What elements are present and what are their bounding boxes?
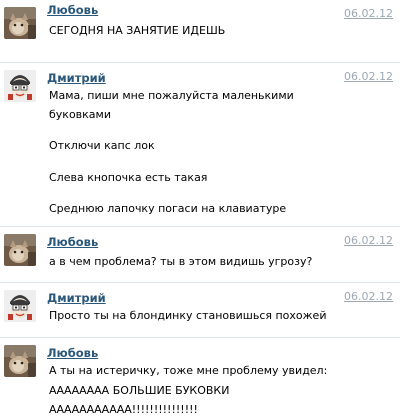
cat-photo-avatar[interactable] — [4, 345, 36, 377]
author-link[interactable]: Любовь — [47, 3, 98, 17]
message-line: СЕГОДНЯ НА ЗАНЯТИЕ ИДЕШЬ — [49, 24, 226, 37]
author-link[interactable]: Дмитрий — [47, 71, 106, 85]
message-item: Любовь 06.02.12 СЕГОДНЯ НА ЗАНЯТИЕ ИДЕШЬ — [0, 0, 400, 55]
cat-photo-avatar[interactable] — [4, 234, 36, 266]
message-line: Слева кнопочка есть такая — [49, 171, 208, 184]
message-line: АААААААА БОЛЬШИЕ БУКОВКИ — [49, 384, 230, 397]
message-line: Просто ты на блондинку становишься похож… — [49, 309, 327, 322]
message-line: а в чем проблема? ты в этом видишь угроз… — [49, 255, 313, 268]
message-line: Среднюю лапочку погаси на клавиатуре — [49, 202, 287, 215]
message-thread: Любовь 06.02.12 СЕГОДНЯ НА ЗАНЯТИЕ ИДЕШЬ… — [0, 0, 400, 418]
message-line: Мама, пиши мне пожалуйста маленькими — [49, 89, 294, 102]
message-line: Отключи капс лок — [49, 139, 155, 152]
cartoon-face-avatar[interactable] — [4, 70, 36, 102]
message-date[interactable]: 06.02.12 — [344, 234, 393, 247]
message-date[interactable]: 06.02.12 — [344, 7, 393, 20]
message-item: Любовь 06.02.12 а в чем проблема? ты в э… — [0, 226, 400, 279]
message-line: ААААААААААА!!!!!!!!!!!!!!! — [49, 403, 198, 416]
message-item: Дмитрий 06.02.12 Мама, пиши мне пожалуйс… — [0, 62, 400, 223]
message-line: буковками — [49, 108, 111, 121]
message-date[interactable]: 06.02.12 — [344, 70, 393, 83]
cartoon-face-avatar[interactable] — [4, 290, 36, 322]
author-link[interactable]: Любовь — [47, 235, 98, 249]
message-line: А ты на истеричку, тоже мне проблему уви… — [49, 364, 328, 377]
message-item: Любовь А ты на истеричку, тоже мне пробл… — [0, 337, 400, 419]
message-item: Дмитрий 06.02.12 Просто ты на блондинку … — [0, 282, 400, 335]
cat-photo-avatar[interactable] — [4, 7, 36, 39]
author-link[interactable]: Дмитрий — [47, 291, 106, 305]
message-date[interactable]: 06.02.12 — [344, 290, 393, 303]
author-link[interactable]: Любовь — [47, 346, 98, 360]
